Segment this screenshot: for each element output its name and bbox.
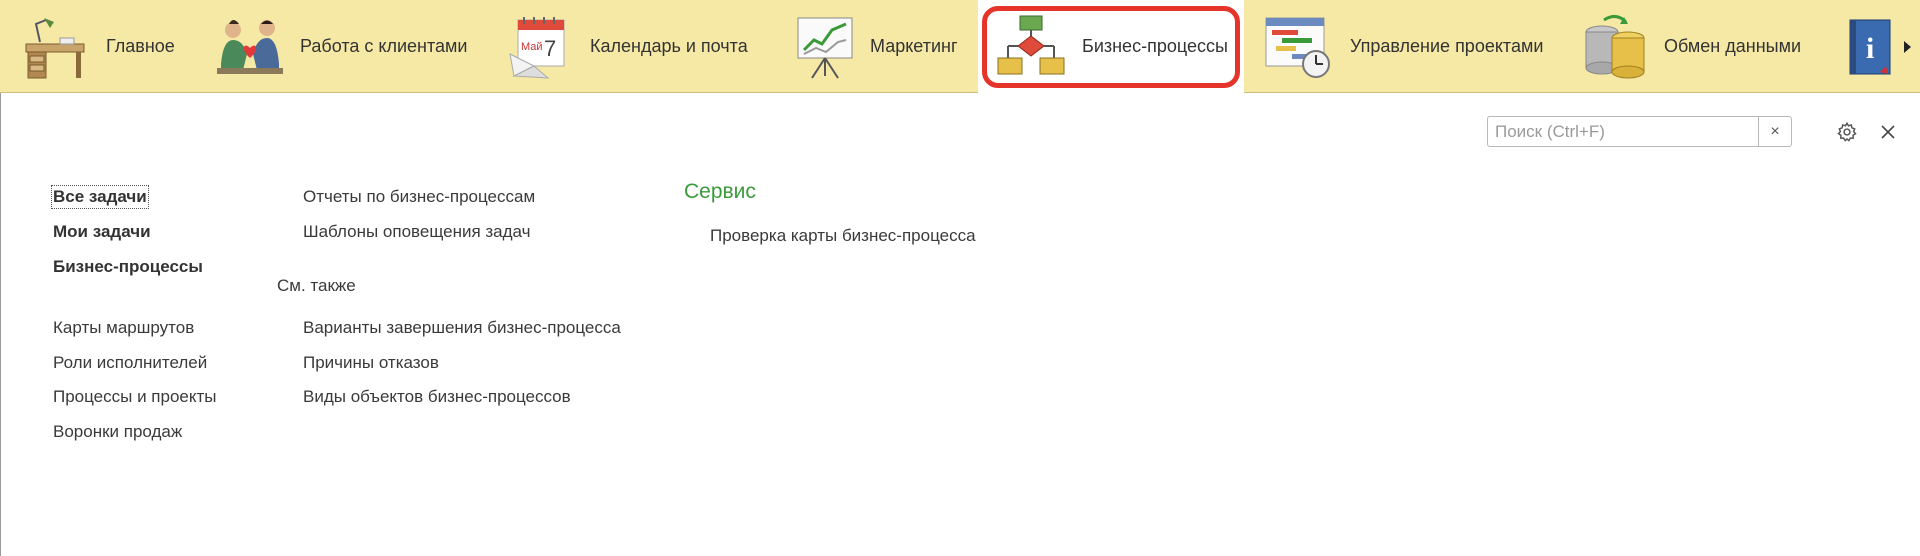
- section-data-exchange[interactable]: Обмен данными: [1572, 0, 1812, 93]
- info-book-icon: i: [1849, 19, 1891, 75]
- chart-board-icon: [797, 17, 853, 79]
- section-main[interactable]: Главное: [8, 0, 198, 93]
- svg-text:Май: Май: [521, 41, 543, 53]
- flowchart-icon: [997, 15, 1065, 75]
- handshake-icon: [217, 20, 283, 74]
- svg-text:i: i: [1866, 32, 1874, 65]
- calendar-icon: Май 7: [509, 17, 565, 79]
- link-executor-roles[interactable]: Роли исполнителей: [53, 353, 207, 373]
- svg-text:7: 7: [544, 36, 556, 61]
- section-project-management-label: Управление проектами: [1350, 36, 1544, 56]
- sections-panel: Главное Работа с клиентами Май 7 Календа…: [0, 0, 1920, 93]
- section-content-panel: [0, 93, 1920, 556]
- link-bp-completion-variants[interactable]: Варианты завершения бизнес-процесса: [303, 318, 621, 338]
- gantt-clock-icon: [1265, 17, 1330, 78]
- search-box: ×: [1487, 116, 1793, 147]
- link-rejection-reasons[interactable]: Причины отказов: [303, 353, 439, 373]
- clear-icon: ×: [1770, 122, 1780, 140]
- sections-scroll-right-button[interactable]: [1894, 0, 1920, 93]
- section-business-processes-label: Бизнес-процессы: [1082, 36, 1228, 56]
- section-marketing[interactable]: Маркетинг: [782, 0, 972, 93]
- section-info[interactable]: i: [1840, 0, 1894, 93]
- link-task-notification-templates[interactable]: Шаблоны оповещения задач: [303, 222, 530, 242]
- section-project-management[interactable]: Управление проектами: [1254, 0, 1544, 93]
- link-processes-projects[interactable]: Процессы и проекты: [53, 387, 217, 407]
- link-route-maps[interactable]: Карты маршрутов: [53, 318, 194, 338]
- section-marketing-label: Маркетинг: [870, 36, 958, 56]
- close-icon: [1881, 125, 1895, 139]
- see-also-heading: См. также: [277, 276, 356, 295]
- section-calendar-mail-label: Календарь и почта: [590, 36, 748, 56]
- section-customers[interactable]: Работа с клиентами: [205, 0, 475, 93]
- chevron-right-icon: [1904, 40, 1911, 53]
- search-clear-button[interactable]: ×: [1758, 117, 1791, 146]
- link-bp-object-types[interactable]: Виды объектов бизнес-процессов: [303, 387, 571, 407]
- gear-icon: [1837, 121, 1857, 142]
- search-input[interactable]: [1488, 117, 1793, 146]
- desk-icon: [25, 18, 85, 79]
- settings-button[interactable]: [1834, 119, 1860, 145]
- link-check-bp-map[interactable]: Проверка карты бизнес-процесса: [710, 226, 976, 246]
- link-sales-funnels[interactable]: Воронки продаж: [53, 422, 182, 442]
- database-sync-icon: [1585, 15, 1645, 79]
- section-business-processes[interactable]: Бизнес-процессы: [978, 0, 1244, 93]
- section-data-exchange-label: Обмен данными: [1664, 36, 1802, 56]
- close-button[interactable]: [1876, 120, 1900, 144]
- service-heading: Сервис: [684, 180, 756, 203]
- link-all-tasks[interactable]: Все задачи: [51, 185, 149, 209]
- link-business-processes[interactable]: Бизнес-процессы: [53, 257, 203, 277]
- section-calendar-mail[interactable]: Май 7 Календарь и почта: [498, 0, 758, 93]
- section-customers-label: Работа с клиентами: [300, 36, 468, 56]
- section-main-label: Главное: [106, 36, 175, 56]
- link-my-tasks[interactable]: Мои задачи: [53, 222, 151, 242]
- link-bp-reports[interactable]: Отчеты по бизнес-процессам: [303, 187, 535, 207]
